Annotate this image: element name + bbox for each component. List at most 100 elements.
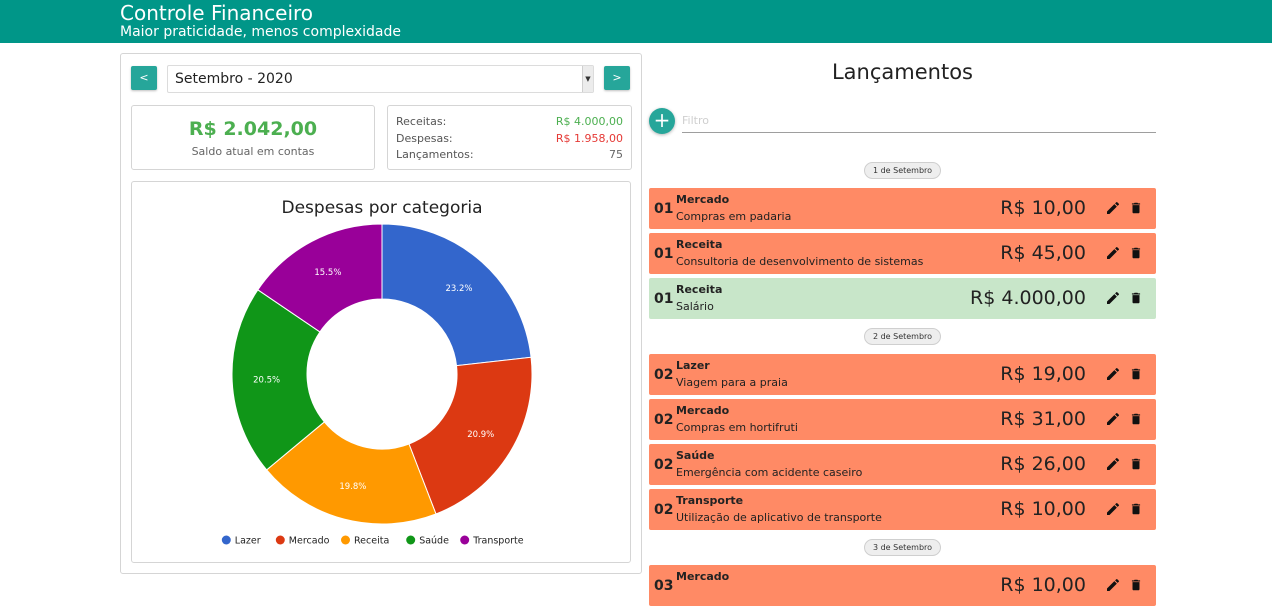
edit-icon[interactable] <box>1105 366 1121 382</box>
delete-icon[interactable] <box>1129 411 1143 427</box>
transactions-panel: Lançamentos + 1 de Setembro01MercadoComp… <box>649 53 1156 606</box>
transactions-heading: Lançamentos <box>831 60 973 84</box>
legend-swatch <box>275 535 285 545</box>
transaction-day: 01 <box>654 291 674 307</box>
totals-row-count: Lançamentos: 75 <box>396 147 623 164</box>
balance-label: Saldo atual em contas <box>191 145 315 158</box>
transaction-amount: R$ 45,00 <box>1000 242 1086 264</box>
edit-icon[interactable] <box>1105 245 1121 261</box>
transaction-row: 01 Mercado Compras em padaria R$ 10,00 <box>649 188 1156 229</box>
income-value: R$ 4.000,00 <box>555 115 623 128</box>
transaction-description: Consultoria de desenvolvimento de sistem… <box>676 255 924 268</box>
transaction-category: Receita <box>676 283 723 296</box>
expenses-value: R$ 1.958,00 <box>555 131 623 145</box>
transaction-amount: R$ 31,00 <box>1000 408 1086 430</box>
count-value: 75 <box>609 148 623 161</box>
transaction-amount: R$ 10,00 <box>1000 197 1086 219</box>
transaction-row: 01 Receita Salário R$ 4.000,00 <box>649 278 1156 319</box>
totals-row-income: Receitas: R$ 4.000,00 <box>396 114 623 131</box>
delete-icon[interactable] <box>1129 456 1143 472</box>
expenses-donut-chart: Despesas por categoria 23.2% 20.9% 19.8% 20.… <box>221 198 533 547</box>
delete-icon[interactable] <box>1129 200 1143 216</box>
transaction-amount: R$ 4.000,00 <box>970 287 1086 309</box>
transaction-row: 02 Saúde Emergência com acidente caseiro R$… <box>649 444 1156 485</box>
chart-title: Despesas por categoria <box>282 198 483 218</box>
balance-amount: R$ 2.042,00 <box>188 118 318 140</box>
transaction-description: Compras em padaria <box>676 210 792 223</box>
transaction-description: Compras em hortifruti <box>676 421 798 434</box>
delete-icon[interactable] <box>1129 366 1143 382</box>
date-separator: 1 de Setembro <box>864 162 941 179</box>
income-label: Receitas: <box>396 115 447 128</box>
transaction-category: Mercado <box>676 404 730 417</box>
app-title: Controle Financeiro <box>120 1 314 25</box>
transaction-day: 02 <box>654 412 674 428</box>
totals-card: Receitas: R$ 4.000,00 Despesas: R$ 1.958… <box>387 105 632 170</box>
legend-label[interactable]: Receita <box>354 536 389 547</box>
legend-label[interactable]: Transporte <box>472 536 524 547</box>
transaction-description: Emergência com acidente caseiro <box>676 466 863 479</box>
legend-swatch <box>221 535 231 545</box>
expenses-chart-card: Despesas por categoria 23.2% 20.9% 19.8% 20.… <box>131 181 631 563</box>
edit-icon[interactable] <box>1105 501 1121 517</box>
transaction-amount: R$ 26,00 <box>1000 453 1086 475</box>
transaction-category: Mercado <box>676 193 730 206</box>
next-month-button[interactable]: > <box>604 66 630 90</box>
balance-card: R$ 2.042,00 Saldo atual em contas <box>131 105 375 170</box>
edit-icon[interactable] <box>1105 290 1121 306</box>
transaction-description: Utilização de aplicativo de transporte <box>676 511 882 524</box>
expenses-label: Despesas: <box>396 131 453 145</box>
add-transaction-button[interactable]: + <box>649 108 675 134</box>
delete-icon[interactable] <box>1129 501 1143 517</box>
month-select[interactable]: Setembro - 2020 ▼ <box>167 65 594 93</box>
totals-row-expenses: Despesas: R$ 1.958,00 <box>396 131 623 148</box>
transaction-amount: R$ 19,00 <box>1000 363 1086 385</box>
transaction-day: 01 <box>654 201 674 217</box>
transaction-category: Lazer <box>676 359 710 372</box>
transaction-day: 02 <box>654 457 674 473</box>
edit-icon[interactable] <box>1105 411 1121 427</box>
transaction-row: 02 Mercado Compras em hortifruti R$ 31,00 <box>649 399 1156 440</box>
app-subtitle: Maior praticidade, menos complexidade <box>120 24 401 40</box>
chevron-down-icon[interactable]: ▼ <box>582 66 593 92</box>
slice-percent-label: 23.2% <box>445 284 472 294</box>
month-select-value: Setembro - 2020 <box>175 71 293 87</box>
slice-percent-label: 19.8% <box>339 482 366 492</box>
transaction-amount: R$ 10,00 <box>1000 498 1086 520</box>
transaction-row: 03 Mercado R$ 10,00 <box>649 565 1156 606</box>
transactions-list: 1 de Setembro 01 Mercado Compras em padaria… <box>649 162 1156 615</box>
slice-percent-label: 20.5% <box>253 376 280 386</box>
delete-icon[interactable] <box>1129 290 1143 306</box>
summary-panel: < Setembro - 2020 ▼ > R$ 2.042,00 Saldo … <box>120 53 642 574</box>
filter-input[interactable] <box>682 108 1156 133</box>
slice-percent-label: 15.5% <box>314 268 341 278</box>
legend-label[interactable]: Lazer <box>235 536 261 547</box>
app-header: Controle Financeiro Maior praticidade, m… <box>0 0 1272 43</box>
slice-percent-label: 20.9% <box>467 430 494 440</box>
transaction-description: Salário <box>676 300 714 313</box>
date-separator: 2 de Setembro <box>864 328 941 345</box>
transaction-row: 02 Transporte Utilização de aplicativo de … <box>649 489 1156 530</box>
transaction-description: Viagem para a praia <box>676 376 788 389</box>
transaction-category: Saúde <box>676 449 715 462</box>
donut-slice[interactable] <box>381 223 532 367</box>
delete-icon[interactable] <box>1129 245 1143 261</box>
legend-swatch <box>341 535 350 545</box>
transaction-category: Mercado <box>676 570 730 583</box>
edit-icon[interactable] <box>1105 456 1121 472</box>
transaction-category: Receita <box>676 238 723 251</box>
transaction-day: 02 <box>654 367 674 383</box>
legend-swatch <box>460 535 470 545</box>
transaction-day: 01 <box>654 246 674 262</box>
transaction-row: 02 Lazer Viagem para a praia R$ 19,00 <box>649 354 1156 395</box>
transaction-category: Transporte <box>676 494 744 507</box>
legend-label[interactable]: Mercado <box>289 536 330 547</box>
edit-icon[interactable] <box>1105 200 1121 216</box>
transaction-row: 01 Receita Consultoria de desenvolvimento … <box>649 233 1156 274</box>
transaction-day: 03 <box>654 578 674 594</box>
count-label: Lançamentos: <box>396 148 474 161</box>
transaction-amount: R$ 10,00 <box>1000 574 1086 596</box>
previous-month-button[interactable]: < <box>131 66 157 90</box>
legend-label[interactable]: Saúde <box>419 536 449 547</box>
